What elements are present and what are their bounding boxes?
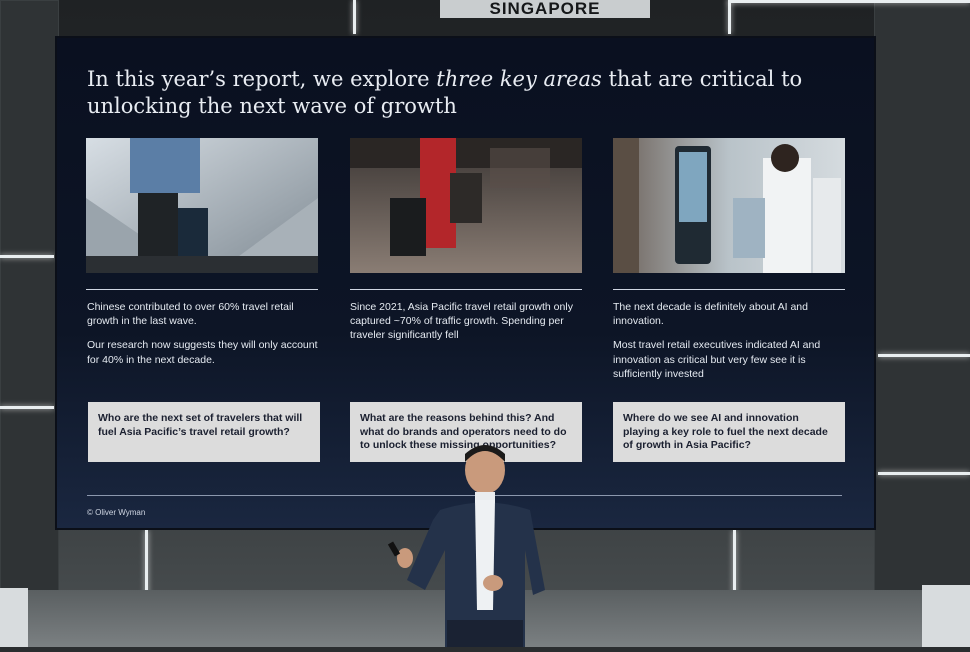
headline-emphasis: three key areas bbox=[436, 67, 602, 91]
light-bar bbox=[878, 472, 970, 475]
pedestal-left bbox=[0, 588, 28, 647]
column-1-paragraph-1: Chinese contributed to over 60% travel r… bbox=[87, 301, 294, 328]
shopper-digital-screen-photo bbox=[613, 138, 845, 273]
wall-panel-left bbox=[0, 0, 59, 602]
column-3-paragraph-2: Most travel retail executives indicated … bbox=[613, 339, 821, 380]
headline-text: In this year’s report, we explore bbox=[87, 67, 437, 91]
light-bar bbox=[353, 0, 356, 34]
slide-headline: In this year’s report, we explore three … bbox=[87, 66, 847, 121]
column-3-question-box: Where do we see AI and innovation playin… bbox=[613, 402, 845, 462]
airport-luggage-photo bbox=[350, 138, 582, 273]
column-1-question-box: Who are the next set of travelers that w… bbox=[88, 402, 320, 462]
copyright-notice: © Oliver Wyman bbox=[87, 508, 146, 517]
column-1-paragraph-2: Our research now suggests they will only… bbox=[87, 339, 318, 366]
wall-panel-right bbox=[874, 0, 970, 602]
light-bar bbox=[878, 354, 970, 357]
light-bar bbox=[0, 406, 54, 409]
column-divider bbox=[86, 289, 318, 290]
light-bar bbox=[0, 255, 54, 258]
pedestal-right bbox=[922, 585, 970, 647]
light-bar bbox=[728, 0, 970, 3]
column-2-text: Since 2021, Asia Pacific travel retail g… bbox=[350, 300, 582, 353]
column-3-paragraph-1: The next decade is definitely about AI a… bbox=[613, 301, 808, 328]
column-divider bbox=[350, 289, 582, 290]
stage-background: SINGAPORE In this year’s report, we expl… bbox=[0, 0, 970, 647]
light-bar bbox=[728, 0, 731, 34]
column-divider bbox=[613, 289, 845, 290]
venue-sign: SINGAPORE bbox=[440, 0, 650, 18]
column-1-text: Chinese contributed to over 60% travel r… bbox=[87, 300, 319, 377]
presenter bbox=[385, 440, 555, 647]
column-2-paragraph-1: Since 2021, Asia Pacific travel retail g… bbox=[350, 301, 573, 342]
traveler-escalator-photo bbox=[86, 138, 318, 273]
column-3-text: The next decade is definitely about AI a… bbox=[613, 300, 845, 391]
